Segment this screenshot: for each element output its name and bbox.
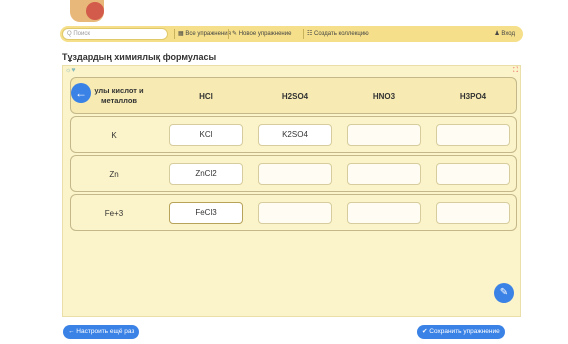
- check-answers-icon[interactable]: ✎: [494, 283, 514, 303]
- nav-all-exercises[interactable]: ▦ Все упражнения: [178, 29, 231, 39]
- fullscreen-icon[interactable]: ⛶: [513, 67, 518, 75]
- answer-field[interactable]: FeCl3: [169, 202, 243, 224]
- table-row: K KCl K2SO4: [70, 116, 517, 153]
- nav-create-collection[interactable]: ☷ Создать коллекцию: [307, 29, 369, 39]
- column-header: H2SO4: [281, 92, 309, 101]
- nav-separator: [228, 29, 229, 39]
- answer-field[interactable]: [347, 124, 421, 146]
- login-link[interactable]: ♟ Вход: [494, 29, 515, 39]
- page-title: Тұздардың химиялық формуласы: [62, 52, 217, 62]
- answer-field[interactable]: K2SO4: [258, 124, 332, 146]
- logo-mark-accent: [86, 2, 104, 20]
- nav-separator: [303, 29, 304, 39]
- column-header: H3PO4: [459, 92, 487, 101]
- save-exercise-button[interactable]: ✔ Сохранить упражнение: [417, 325, 505, 339]
- nav-separator: [174, 29, 175, 39]
- column-header: HNO3: [372, 92, 396, 101]
- answer-field[interactable]: [258, 202, 332, 224]
- answer-field[interactable]: [347, 163, 421, 185]
- exercise-panel: ☼♥ ⛶ улы кислот и металлов HCl H2SO4 HNO…: [62, 65, 521, 317]
- nav-new-exercise[interactable]: ✎ Новое упражнение: [232, 29, 291, 39]
- panel-tools-icon[interactable]: ☼♥: [65, 67, 76, 74]
- answer-field[interactable]: [347, 202, 421, 224]
- row-label: Zn: [109, 170, 119, 179]
- site-logo[interactable]: [60, 0, 220, 22]
- answer-field[interactable]: KCl: [169, 124, 243, 146]
- answer-field[interactable]: [258, 163, 332, 185]
- row-label: Fe+3: [104, 209, 124, 218]
- header-row: улы кислот и металлов HCl H2SO4 HNO3 H3P…: [70, 77, 517, 114]
- back-arrow-icon[interactable]: ←: [71, 83, 91, 103]
- search-placeholder: Q Поиск: [67, 31, 90, 37]
- answer-field[interactable]: [436, 124, 510, 146]
- answer-field[interactable]: [436, 163, 510, 185]
- table-row: Fe+3 FeCl3: [70, 194, 517, 231]
- search-input[interactable]: Q Поиск: [62, 28, 168, 40]
- table-row: Zn ZnCl2: [70, 155, 517, 192]
- column-header: HCl: [199, 92, 213, 101]
- answer-field[interactable]: ZnCl2: [169, 163, 243, 185]
- retry-button[interactable]: ← Настроить ещё раз: [63, 325, 140, 339]
- answer-field[interactable]: [436, 202, 510, 224]
- top-navigation: Q Поиск ▦ Все упражнения ✎ Новое упражне…: [60, 26, 523, 42]
- row-label: K: [111, 131, 117, 140]
